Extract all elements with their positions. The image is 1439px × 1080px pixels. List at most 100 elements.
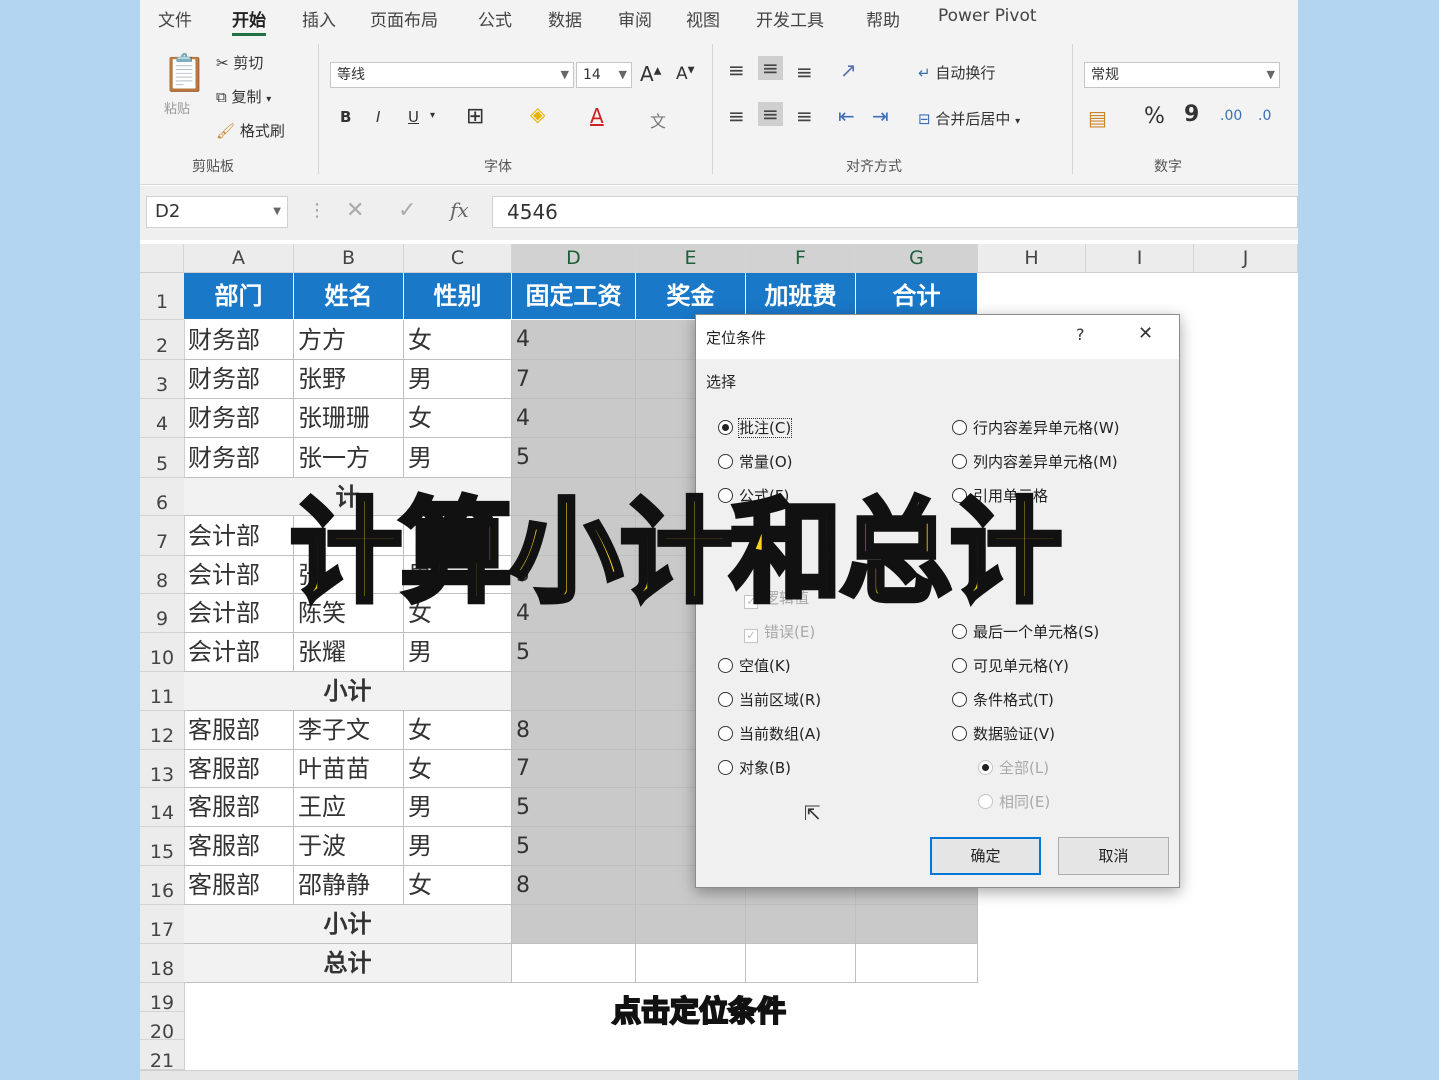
- font-name-select[interactable]: 等线 ▼: [330, 62, 574, 88]
- header-cell[interactable]: 加班费: [746, 273, 856, 320]
- tab-data[interactable]: 数据: [548, 6, 582, 31]
- cut-button[interactable]: ✂ 剪切: [216, 52, 263, 73]
- dialog-option-left[interactable]: 空值(K): [718, 655, 791, 676]
- table-cell[interactable]: 男: [404, 827, 512, 866]
- row-header[interactable]: 8: [140, 556, 184, 594]
- font-color-button[interactable]: A: [590, 104, 604, 128]
- table-cell[interactable]: 女: [404, 866, 512, 905]
- table-cell[interactable]: 方方: [294, 320, 404, 360]
- column-header-c[interactable]: C: [404, 244, 512, 272]
- sheet-tab-bar[interactable]: [140, 1070, 1298, 1080]
- dialog-option-left[interactable]: 当前数组(A): [718, 723, 821, 744]
- table-cell[interactable]: 叶苗苗: [294, 750, 404, 788]
- select-all-corner[interactable]: [140, 244, 184, 272]
- header-cell[interactable]: 姓名: [294, 273, 404, 320]
- value-cell[interactable]: 5: [512, 827, 636, 866]
- column-header-g[interactable]: G: [856, 244, 978, 272]
- insert-function-button[interactable]: fx: [450, 198, 469, 222]
- tab-help[interactable]: 帮助: [866, 6, 900, 31]
- table-cell[interactable]: 张珊珊: [294, 399, 404, 438]
- value-cell[interactable]: [856, 944, 978, 983]
- value-cell[interactable]: 8: [512, 866, 636, 905]
- phonetic-button[interactable]: 文: [650, 108, 666, 132]
- tab-insert[interactable]: 插入: [302, 6, 336, 31]
- dialog-option-right[interactable]: 最后一个单元格(S): [952, 621, 1099, 642]
- tab-power-pivot[interactable]: Power Pivot: [938, 6, 1037, 26]
- table-cell[interactable]: 男: [404, 360, 512, 399]
- align-right-icon[interactable]: ≡: [796, 104, 813, 128]
- comma-style-button[interactable]: 9: [1184, 102, 1199, 127]
- row-header[interactable]: 6: [140, 478, 184, 516]
- dialog-option-right[interactable]: 行内容差异单元格(W): [952, 417, 1120, 438]
- underline-dropdown[interactable]: ▾: [430, 110, 435, 121]
- dialog-option-right[interactable]: 相同(E): [978, 791, 1050, 812]
- row-header[interactable]: 3: [140, 360, 184, 399]
- increase-indent-icon[interactable]: ⇥: [872, 104, 889, 128]
- dialog-option-left[interactable]: 批注(C): [718, 417, 793, 438]
- subtotal-label[interactable]: 小计: [184, 672, 512, 711]
- row-header[interactable]: 5: [140, 438, 184, 478]
- row-header[interactable]: 18: [140, 944, 184, 983]
- name-box[interactable]: D2 ▼: [146, 196, 288, 228]
- row-header[interactable]: 2: [140, 320, 184, 360]
- table-cell[interactable]: 财务部: [184, 438, 294, 478]
- value-cell[interactable]: 7: [512, 360, 636, 399]
- header-cell[interactable]: 固定工资: [512, 273, 636, 320]
- increase-decimal-button[interactable]: .00: [1220, 108, 1242, 124]
- table-cell[interactable]: 客服部: [184, 866, 294, 905]
- merge-center-button[interactable]: ⊟ 合并后居中 ▾: [918, 108, 1020, 129]
- table-cell[interactable]: 会计部: [184, 594, 294, 633]
- tab-view[interactable]: 视图: [686, 6, 720, 31]
- drag-handle-icon[interactable]: ⋮: [308, 200, 326, 221]
- value-cell[interactable]: 5: [512, 633, 636, 672]
- row-header[interactable]: 11: [140, 672, 184, 711]
- tab-file[interactable]: 文件: [158, 6, 192, 31]
- dialog-option-right[interactable]: 全部(L): [978, 757, 1049, 778]
- table-cell[interactable]: 张耀: [294, 633, 404, 672]
- decrease-decimal-button[interactable]: .0: [1258, 108, 1271, 124]
- table-cell[interactable]: 男: [404, 633, 512, 672]
- underline-button[interactable]: U: [408, 108, 419, 126]
- dialog-option-left[interactable]: ✓ 错误(E): [744, 621, 815, 643]
- value-cell[interactable]: [512, 905, 636, 944]
- align-bottom-icon[interactable]: ≡: [796, 60, 813, 84]
- help-button[interactable]: ?: [1076, 325, 1085, 344]
- value-cell[interactable]: [856, 905, 978, 944]
- tab-review[interactable]: 审阅: [618, 6, 652, 31]
- percent-button[interactable]: %: [1144, 104, 1165, 129]
- value-cell[interactable]: 7: [512, 750, 636, 788]
- column-header-a[interactable]: A: [184, 244, 294, 272]
- dialog-option-right[interactable]: 数据验证(V): [952, 723, 1055, 744]
- column-header-i[interactable]: I: [1086, 244, 1194, 272]
- row-header[interactable]: 16: [140, 866, 184, 905]
- row-header[interactable]: 1: [140, 273, 184, 320]
- column-header-e[interactable]: E: [636, 244, 746, 272]
- align-middle-icon[interactable]: ≡: [758, 56, 783, 80]
- value-cell[interactable]: 8: [512, 711, 636, 750]
- tab-formulas[interactable]: 公式: [478, 6, 512, 31]
- table-cell[interactable]: 会计部: [184, 556, 294, 594]
- table-cell[interactable]: 李子文: [294, 711, 404, 750]
- column-header-h[interactable]: H: [978, 244, 1086, 272]
- row-header[interactable]: 12: [140, 711, 184, 750]
- row-header[interactable]: 9: [140, 594, 184, 633]
- enter-icon[interactable]: ✓: [398, 198, 416, 223]
- table-cell[interactable]: 客服部: [184, 711, 294, 750]
- table-cell[interactable]: 财务部: [184, 399, 294, 438]
- grow-font-button[interactable]: A▲: [640, 62, 661, 86]
- column-header-d[interactable]: D: [512, 244, 636, 272]
- header-cell[interactable]: 奖金: [636, 273, 746, 320]
- table-cell[interactable]: 女: [404, 750, 512, 788]
- value-cell[interactable]: [746, 944, 856, 983]
- table-cell[interactable]: 会计部: [184, 516, 294, 556]
- row-header[interactable]: 10: [140, 633, 184, 672]
- column-header-f[interactable]: F: [746, 244, 856, 272]
- dialog-option-right[interactable]: 可见单元格(Y): [952, 655, 1069, 676]
- formula-input[interactable]: 4546: [492, 196, 1298, 228]
- column-header-b[interactable]: B: [294, 244, 404, 272]
- align-center-icon[interactable]: ≡: [758, 102, 783, 126]
- value-cell[interactable]: 5: [512, 788, 636, 827]
- value-cell[interactable]: [636, 905, 746, 944]
- number-format-select[interactable]: 常规 ▼: [1084, 62, 1280, 88]
- header-cell[interactable]: 合计: [856, 273, 978, 320]
